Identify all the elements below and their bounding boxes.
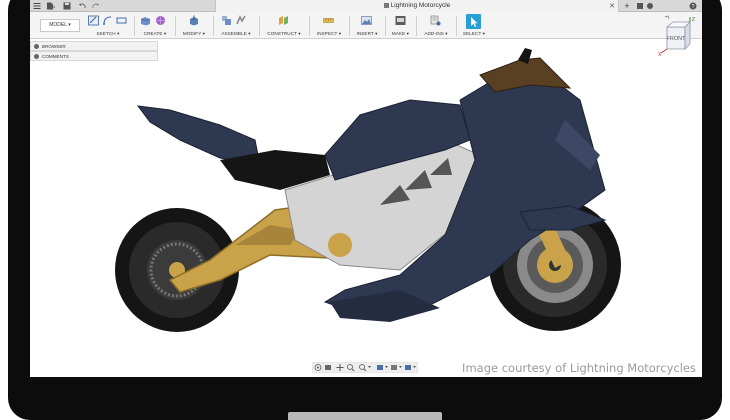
undo-icon[interactable]: [78, 2, 88, 10]
image-credit: Image courtesy of Lightning Motorcycles: [462, 361, 696, 375]
ribbon-group-insert[interactable]: INSERT ▾: [352, 15, 382, 39]
ribbon-separator: [213, 16, 214, 36]
create-sketch-icon[interactable]: [88, 15, 99, 26]
comments-toggle-icon[interactable]: [34, 54, 39, 59]
offset-plane-icon[interactable]: [278, 15, 289, 26]
title-bar: Lightning Motorcycle ✕ + ?: [30, 0, 702, 12]
toolbar-ribbon: MODEL ▾ SKETCH ▾ CREATE ▾ MODIFY ▾ ASSEM…: [30, 12, 702, 39]
comments-label: COMMENTS: [42, 54, 69, 59]
monitor-stand: [288, 412, 442, 420]
save-icon[interactable]: [63, 2, 71, 10]
ribbon-group-modify[interactable]: MODIFY ▾: [178, 15, 210, 39]
look-at-icon[interactable]: [325, 365, 331, 370]
monitor: Lightning Motorcycle ✕ + ? MODEL ▾ SKETC…: [0, 0, 730, 420]
ribbon-separator: [385, 16, 386, 36]
browser-toggle-icon[interactable]: [34, 44, 39, 49]
create-form-icon[interactable]: [155, 15, 166, 26]
close-tab-icon[interactable]: ✕: [609, 2, 615, 10]
help-icon[interactable]: ?: [689, 2, 697, 10]
ribbon-group-inspect[interactable]: INSPECT ▾: [312, 15, 346, 39]
ribbon-label-select: SELECT ▾: [462, 31, 486, 36]
document-icon: [383, 2, 389, 8]
ribbon-label-create: CREATE ▾: [143, 31, 167, 36]
ribbon-group-sketch[interactable]: SKETCH ▾: [87, 15, 129, 39]
document-title: Lightning Motorcycle: [216, 2, 618, 9]
ribbon-label-assemble: ASSEMBLE ▾: [221, 31, 251, 36]
extensions-icon[interactable]: [636, 2, 644, 10]
new-tab-button[interactable]: +: [622, 1, 632, 11]
ribbon-group-create[interactable]: CREATE ▾: [138, 15, 172, 39]
viewcube-axis-z: Z: [692, 17, 695, 23]
insert-image-icon[interactable]: [361, 15, 372, 26]
chain-sprocket: [328, 233, 352, 257]
ribbon-label-insert: INSERT ▾: [356, 31, 378, 36]
file-icon[interactable]: [46, 2, 55, 10]
ribbon-label-inspect: INSPECT ▾: [316, 31, 342, 36]
ribbon-separator: [416, 16, 417, 36]
rectangle-icon[interactable]: [116, 15, 127, 26]
navigation-toolbar: [312, 362, 418, 373]
ribbon-separator: [309, 16, 310, 36]
redo-icon[interactable]: [90, 2, 100, 10]
joint-icon[interactable]: [236, 15, 247, 26]
viewcube[interactable]: FRONT Z X: [657, 15, 697, 58]
ribbon-group-assemble[interactable]: ASSEMBLE ▾: [216, 15, 256, 39]
ribbon-separator: [456, 16, 457, 36]
ribbon-label-sketch: SKETCH ▾: [96, 31, 120, 36]
extrude-icon[interactable]: [140, 15, 151, 26]
ribbon-label-make: MAKE ▾: [391, 31, 410, 36]
scripts-addins-icon[interactable]: [430, 15, 441, 26]
3d-print-icon[interactable]: [395, 15, 406, 26]
browser-label: BROWSER: [42, 44, 66, 49]
motorcycle-model[interactable]: [100, 40, 660, 350]
viewcube-graphic[interactable]: FRONT Z X: [657, 15, 697, 58]
ribbon-separator: [134, 16, 135, 36]
select-cursor-icon[interactable]: [466, 14, 481, 29]
line-icon[interactable]: [102, 15, 113, 26]
measure-icon[interactable]: [323, 15, 334, 26]
ribbon-group-construct[interactable]: CONSTRUCT ▾: [262, 15, 306, 39]
ribbon-separator: [175, 16, 176, 36]
app-screen: Lightning Motorcycle ✕ + ? MODEL ▾ SKETC…: [30, 0, 702, 377]
ribbon-group-select[interactable]: SELECT ▾: [459, 14, 489, 39]
ribbon-separator: [259, 16, 260, 36]
viewcube-face-label: FRONT: [667, 36, 687, 42]
workspace-dropdown[interactable]: MODEL ▾: [40, 19, 80, 32]
ribbon-group-make[interactable]: MAKE ▾: [388, 15, 413, 39]
ribbon-group-addins[interactable]: ADD-INS ▾: [419, 15, 453, 39]
ribbon-separator: [349, 16, 350, 36]
svg-text:?: ?: [692, 4, 695, 10]
home-view-icon[interactable]: [664, 15, 670, 20]
ribbon-label-construct: CONSTRUCT ▾: [267, 31, 301, 36]
new-component-icon[interactable]: [221, 15, 232, 26]
ribbon-label-addins: ADD-INS ▾: [424, 31, 448, 36]
job-status-icon[interactable]: [646, 2, 654, 10]
ribbon-label-modify: MODIFY ▾: [182, 31, 206, 36]
press-pull-icon[interactable]: [188, 15, 199, 26]
menu-icon[interactable]: [33, 2, 41, 10]
document-tab[interactable]: Lightning Motorcycle ✕: [215, 0, 619, 12]
